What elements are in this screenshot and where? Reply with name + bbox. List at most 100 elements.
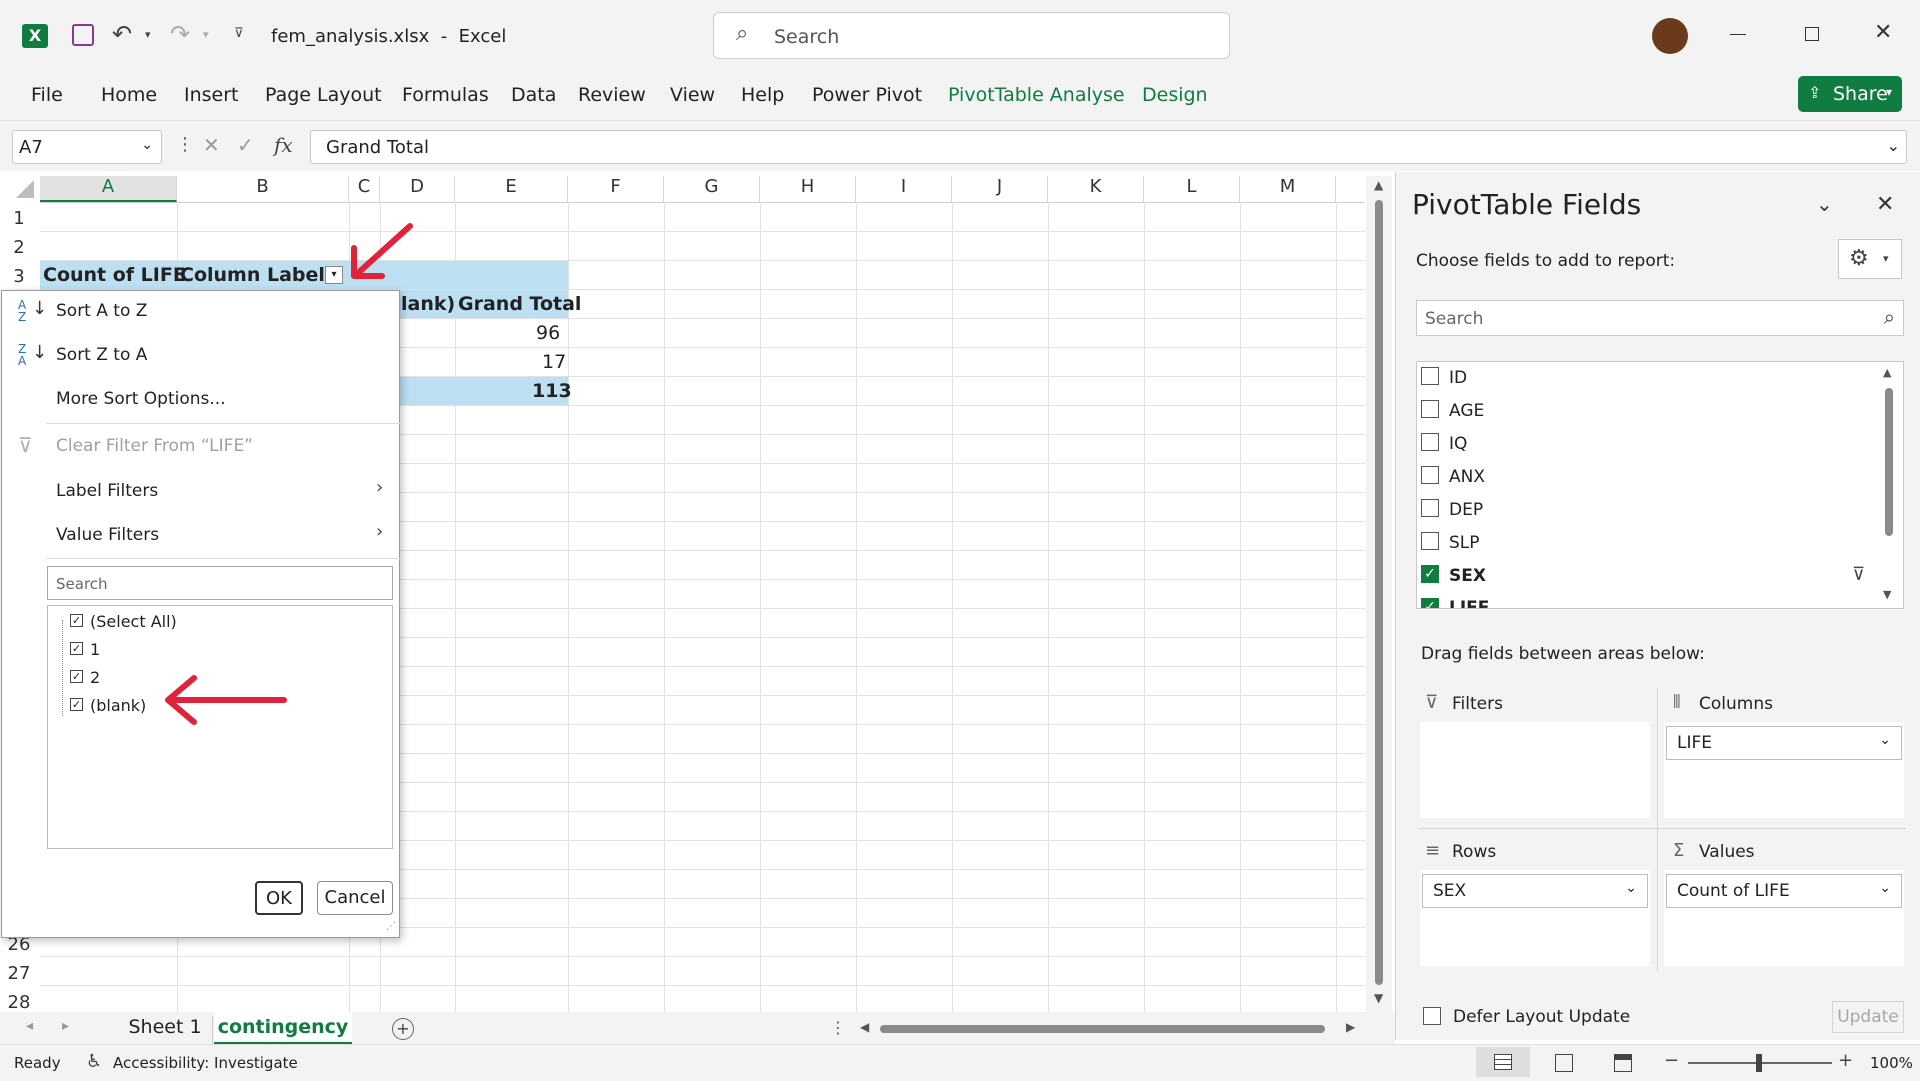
- ok-button[interactable]: OK: [255, 881, 303, 915]
- column-header-J[interactable]: J: [952, 176, 1048, 202]
- row-header-28[interactable]: 28: [0, 992, 38, 1013]
- menu-sort-a-to-z[interactable]: Sort A to Z: [56, 301, 147, 321]
- menu-label-filters[interactable]: Label Filters: [56, 481, 158, 501]
- panel-close-icon[interactable]: ✕: [1876, 192, 1894, 217]
- customize-qat-icon[interactable]: ⊽: [234, 26, 244, 41]
- tab-file[interactable]: File: [31, 84, 63, 106]
- accessibility-status[interactable]: Accessibility: Investigate: [113, 1054, 298, 1072]
- values-field-combo[interactable]: Count of LIFE ⌄: [1666, 874, 1902, 908]
- defer-layout-checkbox[interactable]: [1423, 1007, 1441, 1025]
- search-box[interactable]: ⌕ Search: [713, 12, 1230, 59]
- checkbox-select-all[interactable]: ✓: [70, 614, 83, 627]
- field-search-input[interactable]: Search ⌕: [1416, 300, 1904, 336]
- row-header-1[interactable]: 1: [0, 208, 38, 229]
- scroll-left-icon[interactable]: ◀: [860, 1020, 869, 1034]
- sheet-options-icon[interactable]: ⋮: [830, 1018, 846, 1037]
- undo-icon[interactable]: ↶: [112, 20, 132, 48]
- redo-dropdown-icon[interactable]: ▾: [203, 28, 209, 41]
- cell-column-labels[interactable]: Column Labels: [180, 264, 336, 286]
- row-header-3[interactable]: 3: [0, 266, 38, 287]
- accessibility-icon[interactable]: ♿: [86, 1051, 102, 1072]
- insert-function-icon[interactable]: fx: [274, 133, 293, 157]
- scroll-down-icon[interactable]: ▼: [1374, 991, 1383, 1005]
- field-filter-icon[interactable]: ⊽: [1852, 564, 1865, 585]
- field-list-scrollbar[interactable]: ▲ ▼: [1880, 366, 1898, 604]
- column-header-M[interactable]: M: [1240, 176, 1336, 202]
- field-sex[interactable]: SEX: [1449, 566, 1486, 586]
- normal-view-icon[interactable]: [1476, 1047, 1530, 1077]
- column-header-E[interactable]: E: [455, 176, 568, 202]
- zoom-slider[interactable]: [1688, 1054, 1832, 1072]
- row-header-2[interactable]: 2: [0, 237, 38, 258]
- columns-field-combo[interactable]: LIFE ⌄: [1666, 726, 1902, 760]
- name-box[interactable]: A7 ⌄: [12, 130, 162, 164]
- column-header-H[interactable]: H: [760, 176, 856, 202]
- tab-data[interactable]: Data: [511, 84, 556, 106]
- field-slp[interactable]: SLP: [1449, 533, 1480, 553]
- undo-dropdown-icon[interactable]: ▾: [145, 28, 151, 41]
- restore-icon[interactable]: [1805, 27, 1819, 41]
- row-header-27[interactable]: 27: [0, 963, 38, 984]
- field-dep[interactable]: DEP: [1449, 500, 1483, 520]
- column-header-I[interactable]: I: [856, 176, 952, 202]
- field-age[interactable]: AGE: [1449, 401, 1484, 421]
- tab-page-layout[interactable]: Page Layout: [265, 84, 382, 106]
- save-icon[interactable]: [72, 24, 94, 46]
- tools-button[interactable]: ⚙ ▾: [1838, 239, 1902, 279]
- tab-power-pivot[interactable]: Power Pivot: [812, 84, 922, 106]
- field-checkbox-slp[interactable]: [1421, 532, 1439, 550]
- expand-formula-icon[interactable]: ⌄: [1887, 136, 1900, 155]
- field-life[interactable]: LIFE: [1449, 598, 1489, 608]
- field-anx[interactable]: ANX: [1449, 467, 1485, 487]
- cell-total-113[interactable]: 113: [532, 380, 572, 402]
- item-blank[interactable]: (blank): [90, 696, 146, 715]
- panel-collapse-icon[interactable]: ⌄: [1816, 192, 1833, 216]
- formula-input[interactable]: Grand Total ⌄: [310, 130, 1907, 164]
- field-checkbox-life[interactable]: ✓: [1421, 598, 1439, 608]
- cell-grand-total-header[interactable]: Grand Total: [458, 293, 581, 315]
- zoom-out-icon[interactable]: −: [1664, 1050, 1679, 1071]
- scroll-up-icon[interactable]: ▲: [1374, 178, 1383, 192]
- field-id[interactable]: ID: [1449, 368, 1467, 388]
- tab-review[interactable]: Review: [578, 84, 646, 106]
- column-header-D[interactable]: D: [380, 176, 455, 202]
- tab-design[interactable]: Design: [1142, 84, 1208, 106]
- select-all-corner[interactable]: [16, 180, 34, 198]
- column-header-C[interactable]: C: [349, 176, 380, 202]
- column-header-G[interactable]: G: [664, 176, 760, 202]
- column-header-A[interactable]: A: [40, 176, 177, 202]
- field-checkbox-dep[interactable]: [1421, 499, 1439, 517]
- cancel-button[interactable]: Cancel: [317, 881, 393, 915]
- checkbox-item-blank[interactable]: ✓: [70, 698, 83, 711]
- zoom-slider-thumb[interactable]: [1756, 1054, 1762, 1072]
- sheet-tab-sheet1[interactable]: Sheet 1: [118, 1016, 213, 1044]
- menu-sort-z-to-a[interactable]: Sort Z to A: [56, 345, 147, 365]
- cancel-entry-icon[interactable]: ✕: [203, 133, 220, 157]
- cell-blank-header[interactable]: lank): [401, 293, 455, 315]
- column-header-L[interactable]: L: [1144, 176, 1240, 202]
- checkbox-item-2[interactable]: ✓: [70, 670, 83, 683]
- item-2[interactable]: 2: [90, 668, 100, 687]
- resize-grip-icon[interactable]: ⋰: [386, 921, 396, 932]
- horizontal-scroll-thumb[interactable]: [880, 1025, 1325, 1033]
- checkbox-item-1[interactable]: ✓: [70, 642, 83, 655]
- column-header-F[interactable]: F: [568, 176, 664, 202]
- tab-pivottable-analyse[interactable]: PivotTable Analyse: [948, 84, 1125, 106]
- field-checkbox-anx[interactable]: [1421, 466, 1439, 484]
- tab-home[interactable]: Home: [101, 84, 157, 106]
- menu-more-sort-options[interactable]: More Sort Options...: [56, 389, 226, 409]
- tab-insert[interactable]: Insert: [184, 84, 239, 106]
- close-window-icon[interactable]: ✕: [1874, 20, 1892, 45]
- prev-sheet-icon[interactable]: ◂: [26, 1018, 33, 1034]
- sheet-tab-contingency[interactable]: contingency: [214, 1012, 352, 1045]
- page-layout-view-icon[interactable]: [1555, 1054, 1573, 1072]
- zoom-level[interactable]: 100%: [1870, 1054, 1913, 1072]
- share-button[interactable]: ⇪ Share ▾: [1798, 76, 1902, 112]
- item-1[interactable]: 1: [90, 640, 100, 659]
- formula-more-icon[interactable]: ⋮: [176, 134, 194, 155]
- redo-icon[interactable]: ↷: [170, 20, 190, 48]
- name-box-dropdown-icon[interactable]: ⌄: [141, 137, 153, 153]
- cell-count-of-life[interactable]: Count of LIFE: [43, 264, 186, 286]
- field-checkbox-sex[interactable]: ✓: [1421, 565, 1439, 583]
- tab-view[interactable]: View: [670, 84, 715, 106]
